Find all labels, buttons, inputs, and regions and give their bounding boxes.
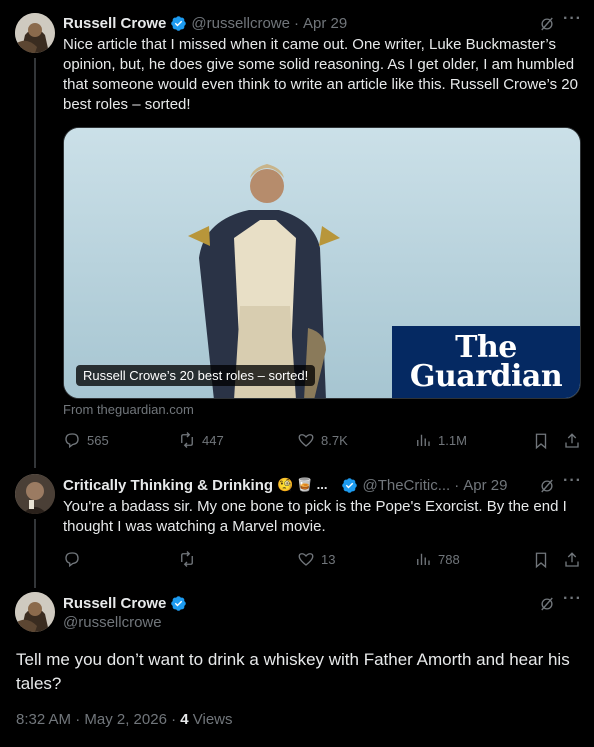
views-count: 1.1M bbox=[438, 432, 467, 448]
author-handle[interactable]: @russellcrowe bbox=[63, 614, 162, 631]
reply-icon bbox=[65, 433, 79, 449]
author-name[interactable]: Russell Crowe bbox=[63, 595, 166, 612]
author-handle[interactable]: @TheCritic... bbox=[362, 477, 450, 494]
tweet-meta: 8:32 AM · May 2, 2026 · 4 Views bbox=[16, 711, 233, 728]
view-count: 4 bbox=[180, 711, 189, 728]
guardian-logo-line2: Guardian bbox=[409, 359, 563, 394]
card-title: Russell Crowe’s 20 best roles – sorted! bbox=[76, 365, 316, 386]
views-icon bbox=[417, 434, 430, 446]
repost-button[interactable]: 447 bbox=[178, 431, 224, 449]
bookmark-icon[interactable] bbox=[532, 431, 550, 451]
tweet-timestamp[interactable]: 8:32 AM · May 2, 2026 · bbox=[16, 711, 180, 728]
card-source[interactable]: From theguardian.com bbox=[63, 402, 194, 417]
author-handle[interactable]: @russellcrowe bbox=[191, 15, 290, 32]
separator: · bbox=[454, 476, 460, 494]
avatar[interactable] bbox=[15, 592, 55, 632]
tweet-header: Critically Thinking & Drinking 🧐 🥃 ... @… bbox=[63, 475, 507, 495]
bookmark-icon[interactable] bbox=[532, 550, 550, 570]
repost-count: 447 bbox=[202, 432, 224, 448]
like-button[interactable]: 8.7K bbox=[297, 431, 348, 449]
reply-count: 565 bbox=[87, 432, 109, 448]
more-icon[interactable]: ··· bbox=[563, 472, 582, 490]
tweet-date[interactable]: Apr 29 bbox=[303, 15, 347, 32]
tweet-text: You're a badass sir. My one bone to pick… bbox=[63, 498, 567, 535]
share-icon[interactable] bbox=[563, 550, 581, 570]
separator: · bbox=[293, 14, 299, 32]
views-count: 788 bbox=[438, 551, 460, 567]
like-button[interactable]: 13 bbox=[297, 550, 335, 568]
repost-button[interactable] bbox=[178, 550, 196, 568]
share-icon[interactable] bbox=[563, 431, 581, 451]
main-tweet-header: Russell Crowe bbox=[63, 593, 187, 613]
avatar[interactable] bbox=[15, 13, 55, 53]
verified-badge-icon bbox=[170, 595, 187, 612]
thread-line bbox=[34, 519, 36, 588]
views-icon bbox=[417, 553, 430, 565]
views-label: Views bbox=[188, 711, 233, 728]
reply-button[interactable]: 565 bbox=[63, 431, 109, 449]
author-name[interactable]: Russell Crowe bbox=[63, 15, 166, 32]
verified-badge-icon bbox=[170, 15, 187, 32]
more-icon[interactable]: ··· bbox=[563, 10, 582, 28]
author-name[interactable]: Critically Thinking & Drinking bbox=[63, 477, 273, 494]
like-icon bbox=[298, 434, 314, 447]
repost-icon bbox=[181, 432, 193, 448]
like-icon bbox=[298, 553, 314, 566]
reply-icon bbox=[65, 552, 79, 568]
main-tweet-text: Tell me you don’t want to drink a whiske… bbox=[16, 650, 570, 693]
views-button[interactable]: 1.1M bbox=[414, 431, 467, 449]
more-icon[interactable]: ··· bbox=[563, 590, 582, 608]
tweet-date[interactable]: Apr 29 bbox=[463, 477, 507, 494]
guardian-logo: The Guardian bbox=[392, 326, 580, 398]
thread-line bbox=[34, 58, 36, 468]
guardian-logo-line1: The bbox=[455, 330, 517, 365]
grok-icon[interactable] bbox=[537, 594, 557, 614]
tweet-text: Nice article that I missed when it came … bbox=[63, 36, 578, 113]
repost-icon bbox=[181, 551, 193, 567]
grok-icon[interactable] bbox=[537, 14, 557, 34]
verified-badge-icon bbox=[341, 477, 358, 494]
like-count: 13 bbox=[321, 551, 336, 567]
reply-button[interactable] bbox=[63, 550, 81, 568]
name-emoji: 🧐 🥃 ... bbox=[277, 477, 328, 492]
grok-icon[interactable] bbox=[537, 476, 557, 496]
like-count: 8.7K bbox=[321, 432, 348, 448]
tweet-header: Russell Crowe @russellcrowe · Apr 29 bbox=[63, 13, 347, 33]
views-button[interactable]: 788 bbox=[414, 550, 460, 568]
avatar[interactable] bbox=[15, 474, 55, 514]
link-card[interactable]: Russell Crowe’s 20 best roles – sorted! … bbox=[63, 127, 581, 399]
